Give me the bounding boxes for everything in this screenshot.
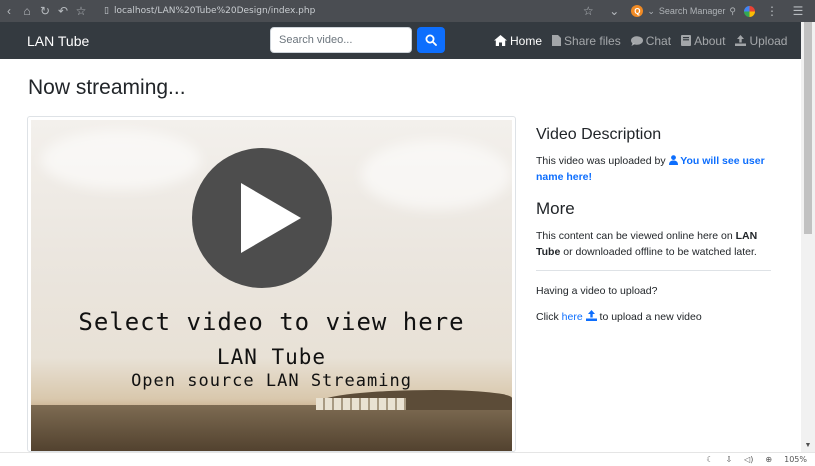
browser-status-bar: ☾ ⇩ ◁) ⊕ 105% — [0, 452, 815, 466]
upload-question: Having a video to upload? — [536, 285, 658, 297]
village-decoration — [316, 398, 406, 410]
upload-here-link[interactable]: here — [562, 311, 583, 323]
more-text-pre: This content can be viewed online here o… — [536, 230, 733, 242]
video-player[interactable]: Select video to view here LAN Tube Open … — [27, 116, 516, 452]
video-sidebar: Video Description This video was uploade… — [536, 126, 771, 325]
page-scrollbar[interactable]: ▼ — [801, 22, 815, 452]
upload-prompt-post: to upload a new video — [599, 311, 702, 323]
cloud-decoration — [41, 130, 201, 190]
nav-chat-label: Chat — [645, 33, 672, 48]
undo-icon[interactable]: ↶ — [54, 0, 72, 22]
home-icon[interactable]: ⌂ — [18, 0, 36, 22]
back-icon[interactable]: ‹ — [0, 0, 18, 22]
chat-icon — [630, 35, 643, 46]
video-overlay-title: Select video to view here — [78, 308, 465, 336]
more-text: This content can be viewed online here o… — [536, 228, 771, 260]
hamburger-menu-icon[interactable]: ☰ — [789, 0, 807, 22]
download-icon[interactable]: ⇩ — [725, 455, 732, 464]
zoom-icon[interactable]: ⊕ — [765, 455, 772, 464]
brand-logo[interactable]: LAN Tube — [27, 33, 89, 49]
scroll-down-arrow-icon[interactable]: ▼ — [801, 440, 815, 450]
file-icon — [552, 35, 562, 46]
nav-share-files-label: Share files — [564, 33, 621, 48]
page-icon: ▯ — [104, 6, 109, 16]
video-overlay-brand: LAN Tube — [216, 345, 327, 369]
browser-toolbar: ‹ ⌂ ↻ ↶ ☆ ▯ localhost/LAN%20Tube%20Desig… — [0, 0, 815, 22]
browser-search[interactable]: Q ⌄ Search Manager ⚲ — [631, 5, 736, 17]
home-icon — [494, 35, 507, 46]
nav-home[interactable]: Home — [494, 34, 542, 48]
nav-chat[interactable]: Chat — [630, 33, 672, 48]
search-input[interactable] — [270, 27, 412, 53]
favorite-icon[interactable]: ☆ — [579, 0, 597, 22]
search-engine-icon: Q — [631, 5, 644, 17]
more-text-post: or downloaded offline to be watched late… — [563, 246, 757, 258]
nav-links: Home Share files Chat About Upload — [494, 22, 787, 59]
search-button[interactable] — [417, 27, 445, 53]
url-text: localhost/LAN%20Tube%20Design/index.php — [113, 6, 316, 16]
nav-upload[interactable]: Upload — [735, 34, 787, 48]
volume-icon[interactable]: ◁) — [744, 455, 753, 464]
search-form — [270, 27, 445, 53]
divider — [536, 270, 771, 271]
nav-upload-label: Upload — [749, 33, 788, 48]
video-description-heading: Video Description — [536, 126, 662, 143]
nav-about-label: About — [694, 33, 726, 48]
play-button[interactable] — [192, 148, 332, 288]
video-description-text: This video was uploaded by You will see … — [536, 153, 771, 185]
extension-icon[interactable] — [744, 5, 755, 17]
book-icon — [681, 35, 692, 46]
video-overlay-tagline: Open source LAN Streaming — [131, 371, 412, 391]
page-title: Now streaming... — [28, 76, 186, 99]
cloud-decoration — [361, 140, 511, 210]
landscape-decoration — [31, 405, 512, 451]
upload-icon — [735, 35, 747, 46]
upload-prompt-pre: Click — [536, 311, 559, 323]
user-icon — [668, 155, 678, 165]
chevron-down-icon: ⌄ — [647, 5, 655, 16]
chevron-down-icon[interactable]: ⌄ — [605, 0, 623, 22]
nav-about[interactable]: About — [681, 34, 725, 48]
browser-search-placeholder: Search Manager — [658, 6, 726, 16]
play-icon — [241, 183, 301, 253]
reload-icon[interactable]: ↻ — [36, 0, 54, 22]
more-heading: More — [536, 199, 575, 218]
video-thumbnail[interactable]: Select video to view here LAN Tube Open … — [31, 120, 512, 451]
search-icon: ⚲ — [729, 5, 736, 16]
bookmark-star-icon[interactable]: ☆ — [72, 0, 90, 22]
upload-prompt: Click here to upload a new video — [536, 309, 771, 325]
scrollbar-thumb[interactable] — [804, 22, 812, 234]
search-icon — [425, 34, 437, 46]
nav-home-label: Home — [510, 33, 543, 48]
nav-share-files[interactable]: Share files — [552, 34, 621, 48]
uploaded-by-text: This video was uploaded by — [536, 155, 666, 167]
more-menu-icon[interactable]: ⋮ — [763, 0, 781, 22]
zoom-level[interactable]: 105% — [784, 455, 807, 464]
upload-icon — [585, 310, 597, 321]
navbar: LAN Tube Home Share files — [0, 22, 801, 59]
night-mode-icon[interactable]: ☾ — [706, 455, 713, 464]
address-bar[interactable]: ▯ localhost/LAN%20Tube%20Design/index.ph… — [104, 6, 315, 16]
